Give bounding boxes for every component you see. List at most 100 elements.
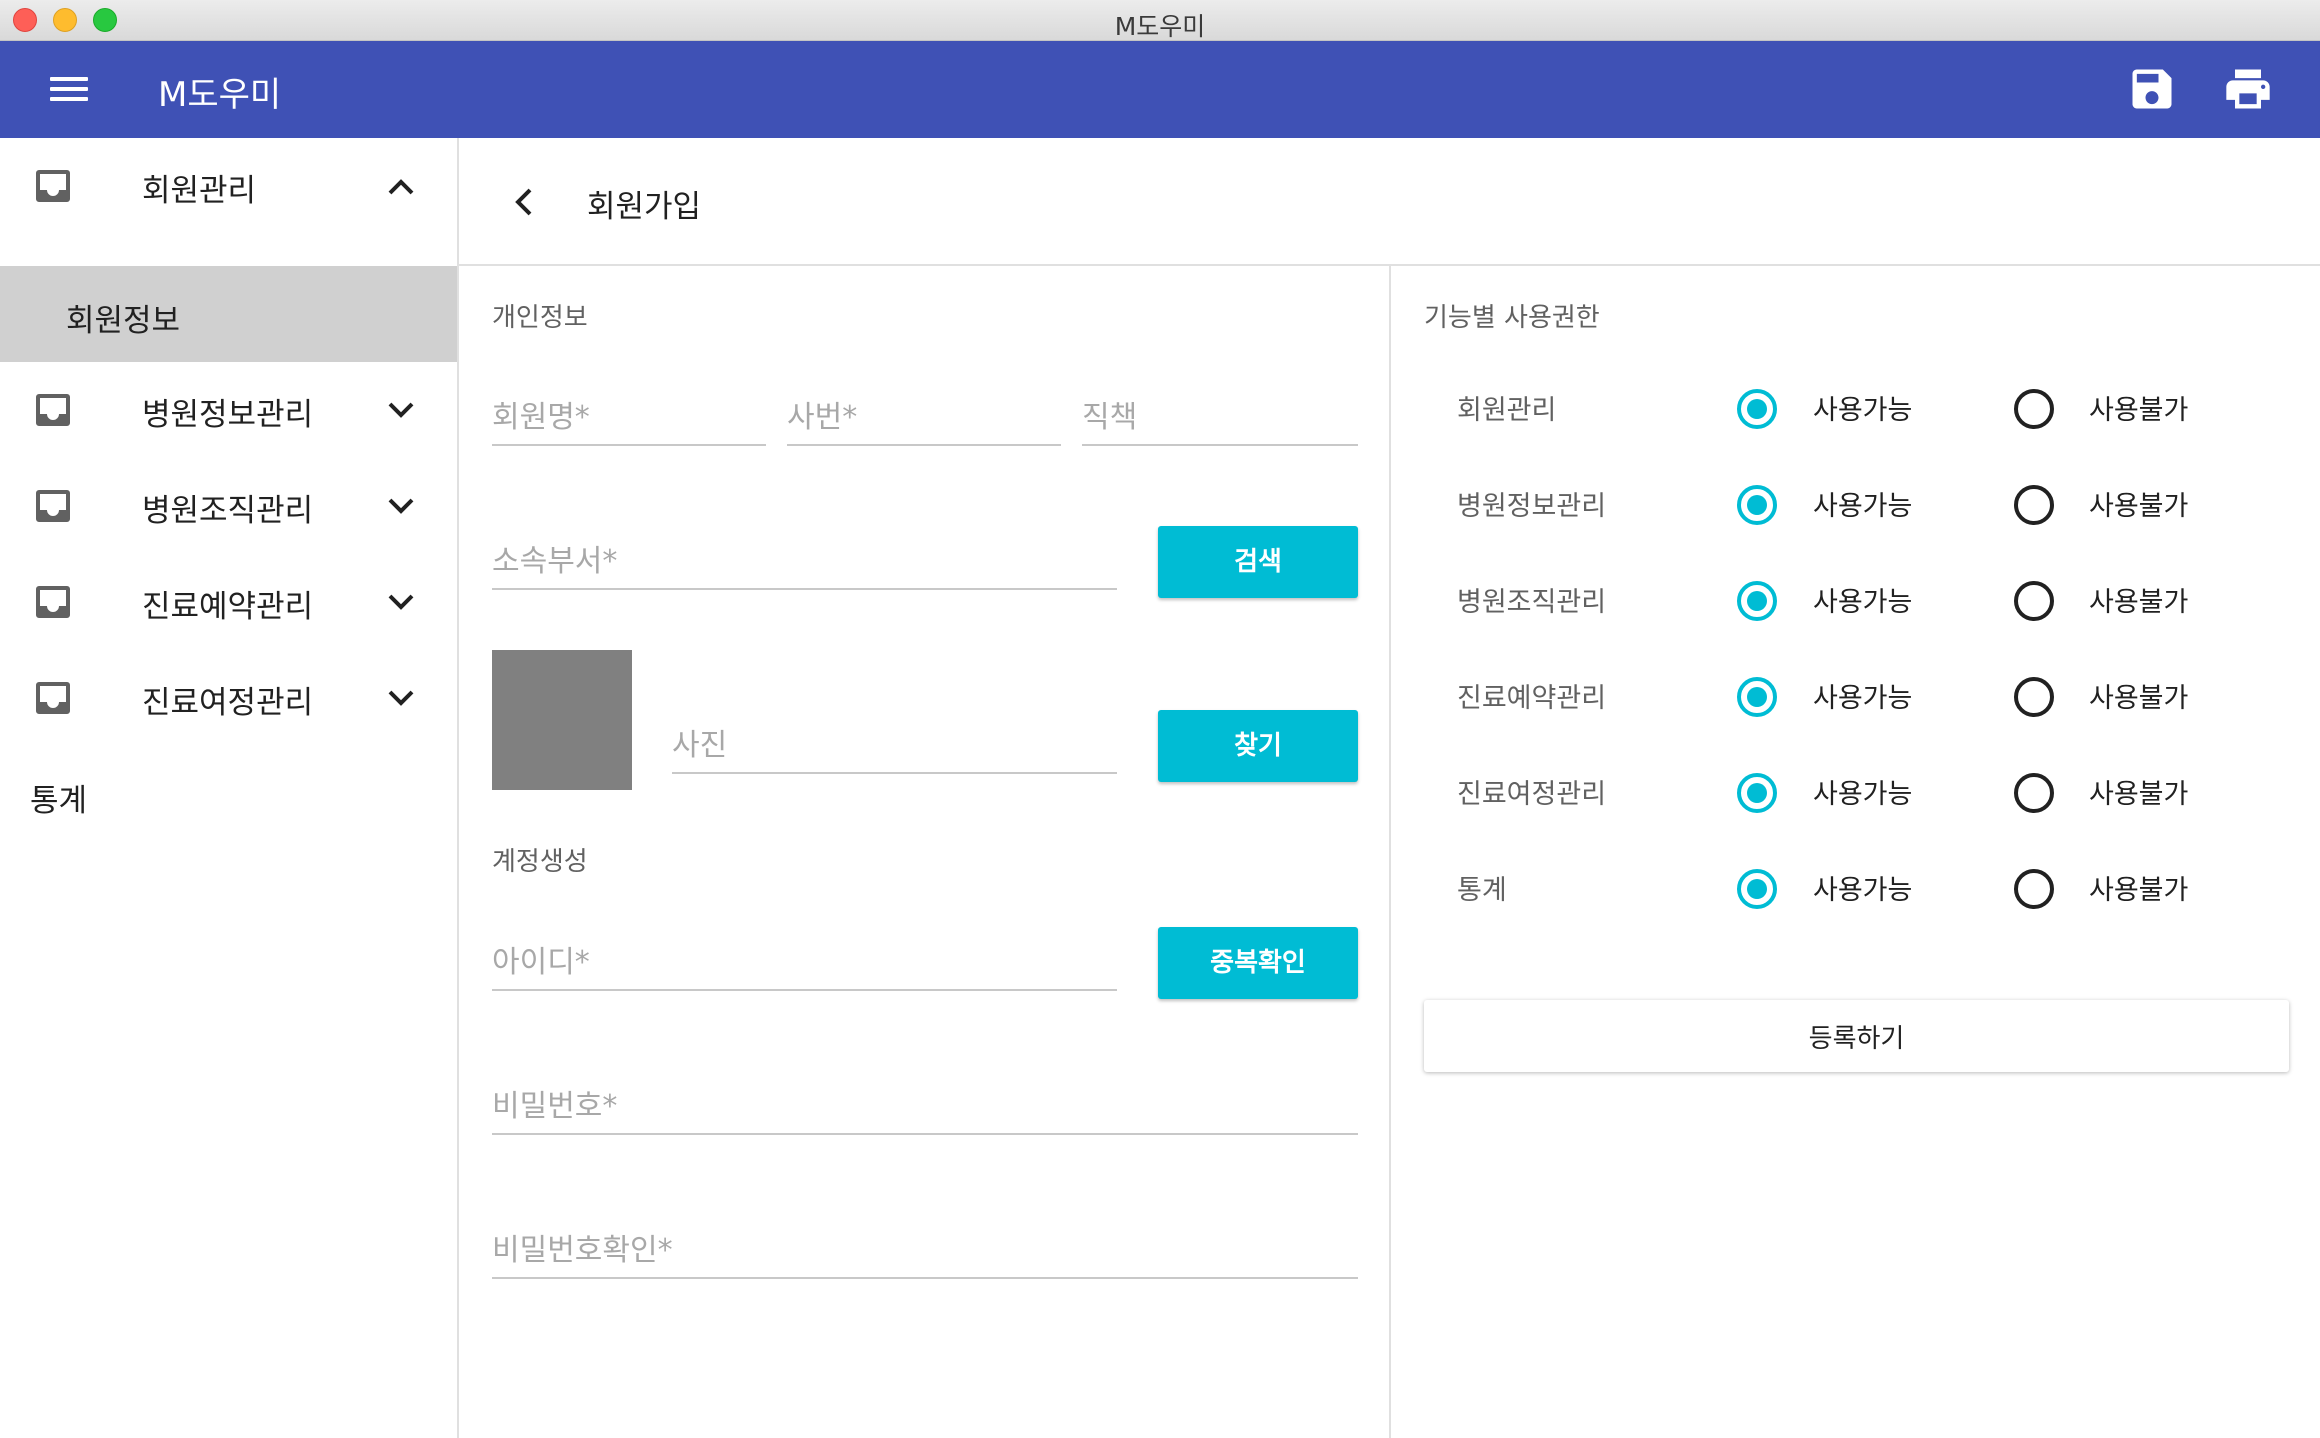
chevron-down-icon: [388, 498, 414, 514]
position-input[interactable]: [1082, 390, 1358, 444]
deny-radio-label[interactable]: 사용불가: [2089, 388, 2188, 427]
photo-preview: [492, 650, 632, 790]
personal-info-panel: 개인정보 검색 찾기 계정생성 중복확인: [459, 266, 1391, 1438]
allow-radio[interactable]: [1737, 869, 1777, 909]
deny-radio[interactable]: [2014, 581, 2054, 621]
duplicate-check-button[interactable]: 중복확인: [1158, 927, 1358, 999]
allow-radio-label[interactable]: 사용가능: [1813, 676, 1912, 715]
sidebar-item-member-info[interactable]: 회원정보: [0, 266, 457, 362]
permission-row: 병원조직관리 사용가능 사용불가: [1391, 554, 2320, 650]
chevron-left-icon: [515, 188, 532, 216]
save-button[interactable]: [2126, 63, 2178, 115]
sidebar-item-hospital-info[interactable]: 병원정보관리: [0, 362, 457, 458]
deny-radio-label[interactable]: 사용불가: [2089, 484, 2188, 523]
member-name-input[interactable]: [492, 390, 766, 444]
deny-radio-label[interactable]: 사용불가: [2089, 868, 2188, 907]
allow-radio[interactable]: [1737, 485, 1777, 525]
tray-icon: [36, 170, 70, 202]
deny-radio-label[interactable]: 사용불가: [2089, 772, 2188, 811]
deny-radio-label[interactable]: 사용불가: [2089, 580, 2188, 619]
sidebar-item-label: 병원정보관리: [142, 397, 314, 433]
allow-radio-label[interactable]: 사용가능: [1813, 484, 1912, 523]
chevron-down-icon: [388, 690, 414, 706]
password-confirm-input[interactable]: [492, 1223, 1358, 1277]
permission-label: 진료예약관리: [1457, 683, 1607, 714]
sidebar-item-statistics[interactable]: 통계: [0, 746, 457, 842]
sidebar-item-label: 병원조직관리: [142, 493, 314, 529]
user-id-input[interactable]: [492, 935, 1117, 989]
allow-radio[interactable]: [1737, 389, 1777, 429]
sidebar-item-member-management[interactable]: 회원관리: [0, 138, 457, 234]
print-button[interactable]: [2222, 63, 2274, 115]
allow-radio-label[interactable]: 사용가능: [1813, 772, 1912, 811]
chevron-up-icon: [388, 179, 414, 195]
allow-radio-label[interactable]: 사용가능: [1813, 868, 1912, 907]
app-title: M도우미: [158, 75, 282, 115]
department-input[interactable]: [492, 534, 1117, 588]
sidebar: 회원관리 회원정보 병원정보관리 병원조직관리 진료예약관리 진료여정관리 통계: [0, 138, 459, 1438]
permissions-heading: 기능별 사용권한: [1424, 303, 1600, 333]
user-id-field[interactable]: [492, 935, 1117, 991]
permission-row: 진료여정관리 사용가능 사용불가: [1391, 746, 2320, 842]
menu-button[interactable]: [40, 69, 100, 109]
member-name-field[interactable]: [492, 390, 766, 446]
employee-number-input[interactable]: [787, 390, 1061, 444]
password-input[interactable]: [492, 1079, 1358, 1133]
window-titlebar: M도우미: [0, 0, 2320, 41]
photo-find-button[interactable]: 찾기: [1158, 710, 1358, 782]
department-field[interactable]: [492, 534, 1117, 590]
allow-radio-label[interactable]: 사용가능: [1813, 580, 1912, 619]
chevron-down-icon: [388, 594, 414, 610]
sidebar-item-patient-journey[interactable]: 진료여정관리: [0, 650, 457, 746]
permission-row: 회원관리 사용가능 사용불가: [1391, 362, 2320, 458]
sidebar-item-label: 진료여정관리: [142, 685, 314, 721]
sidebar-item-hospital-org[interactable]: 병원조직관리: [0, 458, 457, 554]
allow-radio[interactable]: [1737, 677, 1777, 717]
permissions-panel: 기능별 사용권한 회원관리 사용가능 사용불가 병원정보관리 사용가능 사용불가…: [1391, 266, 2320, 1438]
sidebar-item-label: 회원관리: [142, 173, 257, 209]
allow-radio[interactable]: [1737, 581, 1777, 621]
permission-row: 통계 사용가능 사용불가: [1391, 842, 2320, 938]
allow-radio[interactable]: [1737, 773, 1777, 813]
deny-radio[interactable]: [2014, 485, 2054, 525]
tray-icon: [36, 490, 70, 522]
allow-radio-label[interactable]: 사용가능: [1813, 388, 1912, 427]
photo-field[interactable]: [672, 718, 1117, 774]
permission-label: 병원조직관리: [1457, 587, 1607, 618]
window-title: M도우미: [1114, 12, 1206, 41]
photo-input[interactable]: [672, 718, 1117, 772]
permission-label: 통계: [1457, 875, 1507, 906]
tray-icon: [36, 682, 70, 714]
tray-icon: [36, 394, 70, 426]
permission-label: 회원관리: [1457, 395, 1557, 426]
position-field[interactable]: [1082, 390, 1358, 446]
personal-info-heading: 개인정보: [492, 303, 588, 333]
page-title: 회원가입: [587, 189, 702, 225]
account-heading: 계정생성: [492, 847, 588, 877]
sidebar-item-label: 회원정보: [66, 303, 181, 339]
app-bar: M도우미: [0, 41, 2320, 138]
chevron-down-icon: [388, 402, 414, 418]
permission-row: 진료예약관리 사용가능 사용불가: [1391, 650, 2320, 746]
deny-radio[interactable]: [2014, 869, 2054, 909]
deny-radio-label[interactable]: 사용불가: [2089, 676, 2188, 715]
back-button[interactable]: [505, 182, 545, 222]
sidebar-item-label: 진료예약관리: [142, 589, 314, 625]
page-header: 회원가입: [459, 138, 2320, 266]
register-button[interactable]: 등록하기: [1424, 1000, 2289, 1072]
deny-radio[interactable]: [2014, 677, 2054, 717]
deny-radio[interactable]: [2014, 389, 2054, 429]
permission-label: 병원정보관리: [1457, 491, 1607, 522]
password-confirm-field[interactable]: [492, 1223, 1358, 1279]
tray-icon: [36, 586, 70, 618]
employee-number-field[interactable]: [787, 390, 1061, 446]
department-search-button[interactable]: 검색: [1158, 526, 1358, 598]
deny-radio[interactable]: [2014, 773, 2054, 813]
permission-row: 병원정보관리 사용가능 사용불가: [1391, 458, 2320, 554]
sidebar-item-appointment[interactable]: 진료예약관리: [0, 554, 457, 650]
permission-label: 진료여정관리: [1457, 779, 1607, 810]
print-icon: [2226, 69, 2270, 109]
password-field[interactable]: [492, 1079, 1358, 1135]
save-icon: [2132, 69, 2172, 109]
sidebar-item-label: 통계: [30, 783, 88, 819]
